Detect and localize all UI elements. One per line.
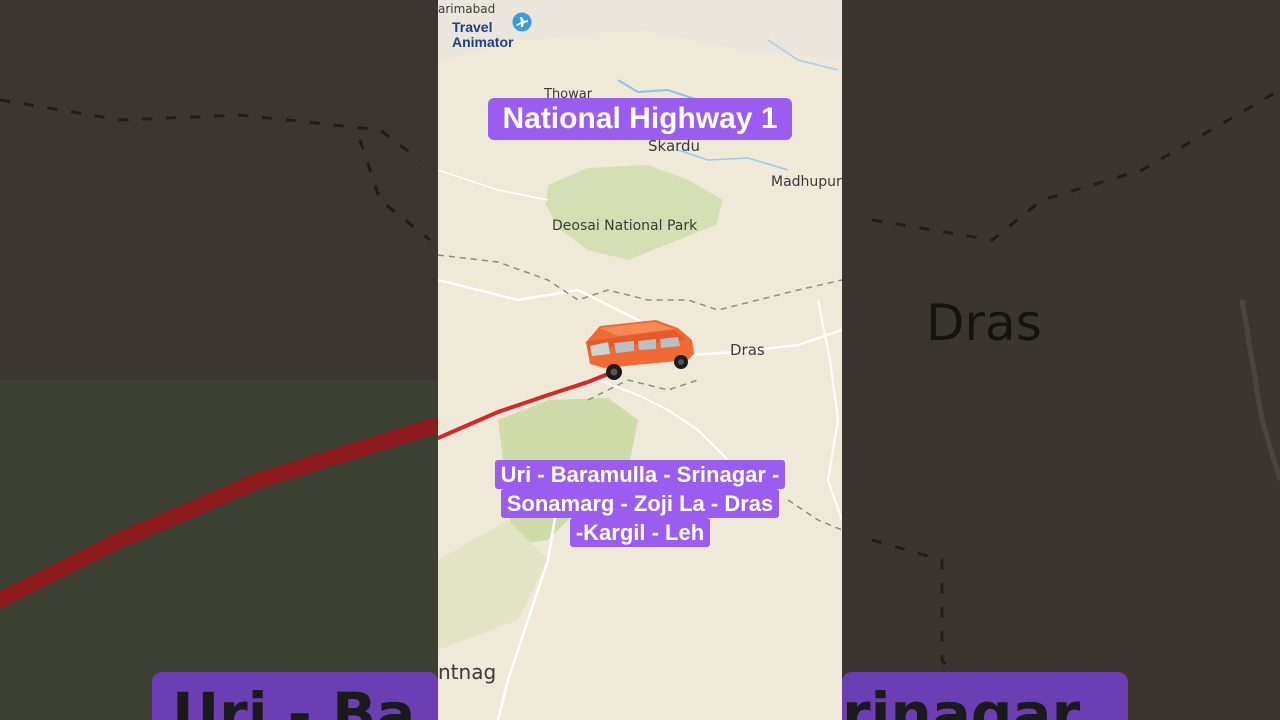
background-right-blur: Dras rinagar [842,0,1280,720]
background-left-map [0,98,438,720]
route-caption: Uri - Baramulla - Srinagar - Sonamarg - … [486,460,794,547]
route-line-3: -Kargil - Leh [569,518,711,547]
video-title: National Highway 1 [488,98,792,140]
route-line-2: Sonamarg - Zoji La - Dras [500,489,780,518]
map-label-madhupur: Madhupur [771,174,842,190]
route-line-1: Uri - Baramulla - Srinagar - [494,460,786,489]
background-left-blur: Uri - Ba [0,0,438,720]
logo-text: Travel Animator [452,20,513,50]
map-label-dras: Dras [730,341,765,359]
logo-line-1: Travel [452,19,493,35]
logo-line-2: Animator [452,34,514,50]
background-caption-right: rinagar [842,672,1128,720]
map-label-anantnag: ntnag [438,660,497,684]
background-right-map [871,88,1280,720]
travel-animator-logo: Travel Animator [452,12,532,54]
map-label-deosai: Deosai National Park [552,218,698,234]
orange-car-icon [586,320,694,380]
map-view[interactable]: arimabad Thowar Skardu Madhupur Deosai N… [438,0,842,720]
background-caption-left: Uri - Ba [152,672,438,720]
airplane-icon [512,12,532,32]
background-dras-label: Dras [926,294,1042,352]
